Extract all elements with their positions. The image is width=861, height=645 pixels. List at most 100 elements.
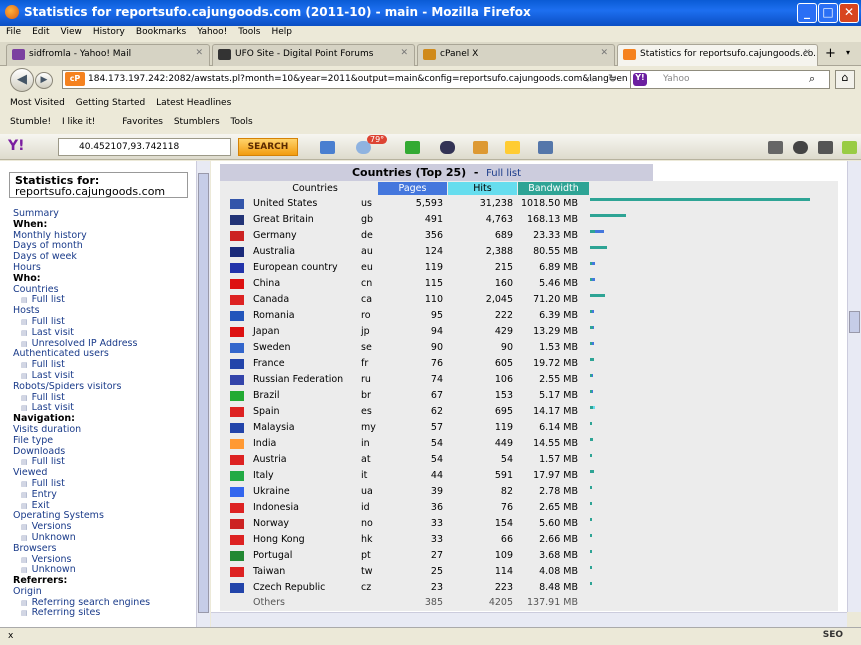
bookmark-most-visited[interactable]: Most Visited <box>10 98 65 108</box>
menu-bookmarks[interactable]: Bookmarks <box>136 27 186 37</box>
nav-item[interactable]: Operating Systems <box>13 511 198 522</box>
nav-item[interactable]: Browsers <box>13 544 198 555</box>
tab-close-icon[interactable]: ✕ <box>803 48 811 58</box>
main-scroll-thumb[interactable] <box>849 311 860 333</box>
sync-icon[interactable] <box>818 141 833 154</box>
new-tab-button[interactable]: + <box>825 46 836 61</box>
nav-item[interactable]: Full list <box>13 295 198 306</box>
tab-ufo-site[interactable]: UFO Site - Digital Point Forums ✕ <box>212 44 415 66</box>
alert-icon[interactable] <box>793 141 808 154</box>
nav-item[interactable]: Hosts <box>13 306 198 317</box>
nav-item[interactable]: Authenticated users <box>13 349 198 360</box>
back-button[interactable]: ◀ <box>10 68 34 92</box>
main-scrollbar[interactable] <box>847 161 861 612</box>
tools-button[interactable]: Tools <box>231 117 253 127</box>
games-icon[interactable] <box>473 141 488 154</box>
close-button[interactable]: ✕ <box>839 3 859 23</box>
country-row: Romania ro 95 222 6.39 MB <box>228 308 838 324</box>
home-icon[interactable]: ⌂ <box>835 70 855 89</box>
ebay-icon[interactable] <box>505 141 520 154</box>
nav-item[interactable]: Referring search engines <box>13 598 198 609</box>
seo-addon-icon[interactable]: SEO <box>823 630 843 640</box>
stumblers-button[interactable]: Stumblers <box>174 117 220 127</box>
nav-item[interactable]: Unresolved IP Address <box>13 339 198 350</box>
tab-close-icon[interactable]: ✕ <box>195 48 203 58</box>
nav-item[interactable]: Last visit <box>13 403 198 414</box>
tab-yahoo-mail[interactable]: sidfromla - Yahoo! Mail ✕ <box>6 44 210 66</box>
news-icon[interactable] <box>538 141 553 154</box>
nav-item[interactable]: Monthly history <box>13 231 198 242</box>
yahoo-search-input[interactable]: 40.452107,93.742118 <box>58 138 231 156</box>
nav-item[interactable]: Visits duration <box>13 425 198 436</box>
nav-item[interactable]: Origin <box>13 587 198 598</box>
nav-item[interactable]: Unknown <box>13 565 198 576</box>
nav-item[interactable]: Full list <box>13 360 198 371</box>
menu-scrollbar[interactable] <box>196 161 210 627</box>
menu-tools[interactable]: Tools <box>238 27 260 37</box>
bookmark-star-icon[interactable]: ☆ <box>585 72 595 85</box>
status-close-icon[interactable]: x <box>8 631 13 641</box>
extension-icon[interactable] <box>842 141 857 154</box>
tab-list-button[interactable]: ▾ <box>846 48 850 57</box>
menu-help[interactable]: Help <box>271 27 292 37</box>
stumble-button[interactable]: Stumble! <box>10 117 51 127</box>
nav-item[interactable]: Full list <box>13 457 198 468</box>
nav-item[interactable]: Unknown <box>13 533 198 544</box>
menu-history[interactable]: History <box>93 27 125 37</box>
toolbar-settings-icon[interactable] <box>768 141 783 154</box>
table-title: Countries (Top 25) <box>351 166 467 179</box>
tab-statistics[interactable]: Statistics for reportsufo.cajungoods.co.… <box>617 44 818 66</box>
nav-item[interactable]: Versions <box>13 522 198 533</box>
full-list-link[interactable]: Full list <box>486 168 521 179</box>
site-identity-icon[interactable]: cP <box>65 72 85 86</box>
favorites-button[interactable]: Favorites <box>122 117 163 127</box>
nav-item[interactable]: Last visit <box>13 328 198 339</box>
bookmark-getting-started[interactable]: Getting Started <box>76 98 146 108</box>
finance-icon[interactable] <box>405 141 420 154</box>
yahoo-logo[interactable]: Y! <box>8 138 25 154</box>
horizontal-scrollbar[interactable] <box>211 612 847 627</box>
flag-id-icon <box>230 503 244 513</box>
menu-view[interactable]: View <box>61 27 82 37</box>
nav-item[interactable]: Last visit <box>13 371 198 382</box>
nav-item[interactable]: Exit <box>13 501 198 512</box>
nav-item[interactable]: Summary <box>13 209 198 220</box>
minimize-button[interactable]: _ <box>797 3 817 23</box>
nav-item[interactable]: File type <box>13 436 198 447</box>
mail-icon[interactable] <box>320 141 335 154</box>
nav-item[interactable]: Viewed <box>13 468 198 479</box>
url-bar[interactable]: 184.173.197.242:2082/awstats.pl?month=10… <box>62 70 632 89</box>
menu-scroll-thumb[interactable] <box>198 173 209 613</box>
country-hits: 591 <box>494 470 513 481</box>
yahoo-search-button[interactable]: SEARCH <box>238 138 298 156</box>
tab-close-icon[interactable]: ✕ <box>600 48 608 58</box>
maximize-button[interactable]: □ <box>818 3 838 23</box>
nav-item[interactable]: Days of month <box>13 241 198 252</box>
nav-item[interactable]: Full list <box>13 317 198 328</box>
i-like-it-button[interactable]: I like it! <box>62 117 95 127</box>
nav-item[interactable]: Robots/Spiders visitors <box>13 382 198 393</box>
menu-edit[interactable]: Edit <box>32 27 49 37</box>
country-code: jp <box>361 326 370 337</box>
nav-item[interactable]: Full list <box>13 479 198 490</box>
web-search-input[interactable]: Yahoo <box>630 70 830 89</box>
flickr-icon[interactable] <box>440 141 455 154</box>
nav-item[interactable]: Days of week <box>13 252 198 263</box>
yahoo-engine-icon[interactable]: Y! <box>633 73 647 86</box>
menu-file[interactable]: File <box>6 27 21 37</box>
nav-item[interactable]: Full list <box>13 393 198 404</box>
forward-button[interactable]: ▶ <box>35 72 53 89</box>
nav-item[interactable]: Downloads <box>13 447 198 458</box>
tab-close-icon[interactable]: ✕ <box>400 48 408 58</box>
menu-yahoo[interactable]: Yahoo! <box>197 27 227 37</box>
nav-item[interactable]: Hours <box>13 263 198 274</box>
nav-item[interactable]: Entry <box>13 490 198 501</box>
search-icon[interactable]: ⌕ <box>809 72 815 86</box>
nav-item[interactable]: Versions <box>13 555 198 566</box>
nav-item[interactable]: Referring sites <box>13 608 198 619</box>
bookmark-latest-headlines[interactable]: Latest Headlines <box>156 98 231 108</box>
nav-item[interactable]: Countries <box>13 285 198 296</box>
flag-cz-icon <box>230 583 244 593</box>
tab-cpanel[interactable]: cPanel X ✕ <box>417 44 615 66</box>
reload-icon[interactable]: ↻ <box>608 72 617 85</box>
